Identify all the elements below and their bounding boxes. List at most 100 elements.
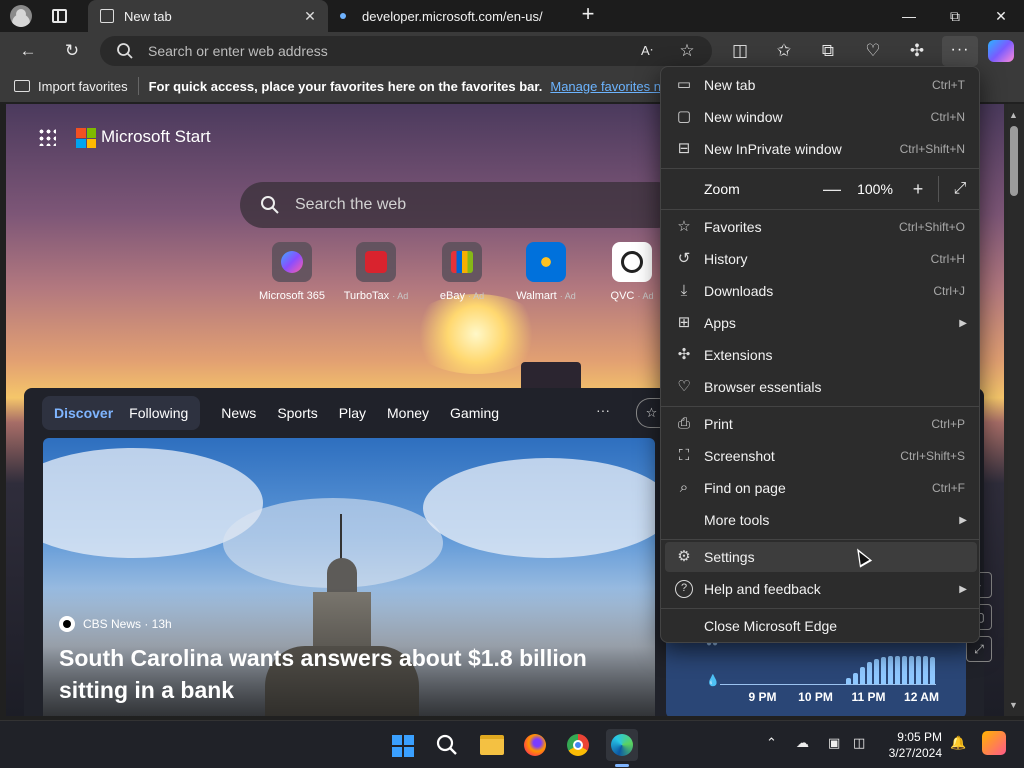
brand-title[interactable]: Microsoft Start [101, 127, 211, 147]
loading-dot-icon [340, 13, 346, 19]
read-aloud-icon[interactable]: Aᐧ [634, 38, 660, 64]
time-label: 10 PM [798, 690, 833, 704]
precip-bar [923, 656, 928, 684]
menu-item-downloads[interactable]: ⤓ Downloads Ctrl+J [665, 276, 977, 306]
scroll-down-icon[interactable]: ▼ [1009, 700, 1018, 710]
menu-item-extensions[interactable]: ✣ Extensions [665, 340, 977, 370]
folder-icon [480, 735, 504, 755]
web-search-box[interactable] [240, 182, 680, 228]
onedrive-icon[interactable]: ☁ [796, 735, 809, 751]
menu-item-settings[interactable]: ⚙ Settings [665, 542, 977, 572]
collections-icon[interactable]: ⧉ [815, 38, 841, 64]
feed-more-button[interactable]: ··· [596, 402, 610, 418]
menu-item-history[interactable]: ↺ History Ctrl+H [665, 244, 977, 274]
feed-tab-news[interactable]: News [221, 405, 256, 421]
copilot-pre-icon[interactable] [982, 731, 1006, 755]
favorites-hint: For quick access, place your favorites h… [148, 78, 543, 94]
favorite-star-icon[interactable]: ☆ [674, 38, 700, 64]
import-favorites-button[interactable]: Import favorites [14, 79, 128, 94]
feed-nav: Discover Following News Sports Play Mone… [42, 396, 499, 430]
precip-bar [888, 656, 893, 684]
menu-item-new-inprivate[interactable]: ⊟ New InPrivate window Ctrl+Shift+N [665, 134, 977, 164]
tab-following[interactable]: Following [121, 405, 196, 421]
zoom-row: Zoom — 100% + ⤢ [665, 174, 977, 204]
copilot-icon[interactable] [988, 40, 1014, 62]
firefox-button[interactable] [519, 729, 551, 761]
show-hidden-icons-icon[interactable]: ⌃ [766, 735, 777, 751]
windows-logo-icon [392, 735, 414, 757]
restore-button[interactable]: ⧉ [932, 0, 978, 32]
quick-link-walmart[interactable]: Walmart · Ad [506, 242, 586, 302]
divider [137, 77, 139, 95]
settings-and-more-menu: ▭ New tab Ctrl+T ▢ New window Ctrl+N ⊟ N… [660, 66, 980, 643]
profile-avatar[interactable] [10, 5, 32, 27]
taskbar-search-button[interactable] [431, 729, 463, 761]
news-headline[interactable]: South Carolina wants answers about $1.8 … [59, 642, 619, 706]
tab-new-tab[interactable]: New tab ✕ [88, 0, 328, 32]
time-axis: 9 PM 10 PM 11 PM 12 AM [736, 690, 948, 704]
menu-item-more-tools[interactable]: More tools ▶ [665, 505, 977, 535]
tab-developer-microsoft[interactable]: developer.microsoft.com/en-us/ [330, 0, 570, 32]
menu-item-apps[interactable]: ⊞ Apps ▶ [665, 308, 977, 338]
ebay-icon [442, 242, 482, 282]
quick-link-turbotax[interactable]: TurboTax · Ad [336, 242, 416, 302]
menu-item-help-feedback[interactable]: ? Help and feedback ▶ [665, 574, 977, 604]
manage-favorites-link[interactable]: Manage favorites now [550, 79, 677, 94]
display-icon[interactable]: ▣ [828, 735, 840, 751]
fullscreen-icon[interactable]: ⤢ [947, 180, 973, 198]
feed-tab-money[interactable]: Money [387, 405, 429, 421]
download-icon: ⤓ [680, 282, 688, 299]
menu-item-close-edge[interactable]: Close Microsoft Edge [665, 611, 977, 641]
hero-news-card[interactable]: CBS News · 13h South Carolina wants answ… [43, 438, 655, 716]
menu-item-new-window[interactable]: ▢ New window Ctrl+N [665, 102, 977, 132]
start-button[interactable] [386, 729, 418, 761]
minimize-button[interactable]: — [886, 0, 932, 32]
split-screen-icon[interactable]: ◫ [727, 38, 753, 64]
firefox-icon [524, 734, 546, 756]
notification-bell-icon[interactable]: 🔔 [950, 735, 966, 751]
feed-tab-play[interactable]: Play [339, 405, 366, 421]
web-search-input[interactable] [295, 182, 655, 228]
menu-item-favorites[interactable]: ☆ Favorites Ctrl+Shift+O [665, 212, 977, 242]
favorites-icon[interactable]: ✩ [771, 38, 797, 64]
quick-link-ebay[interactable]: eBay · Ad [422, 242, 502, 302]
network-icon[interactable]: ◫ [853, 735, 865, 751]
feed-tab-gaming[interactable]: Gaming [450, 405, 499, 421]
chrome-button[interactable] [562, 729, 594, 761]
edge-button[interactable] [606, 729, 638, 761]
weather-precip-card[interactable]: ●● 💧 9 PM 10 PM 11 PM 12 AM [666, 634, 966, 716]
import-icon [14, 80, 30, 92]
gear-icon: ⚙ [677, 548, 691, 565]
quick-link-microsoft-365[interactable]: Microsoft 365 [252, 242, 332, 302]
feed-tab-sports[interactable]: Sports [277, 405, 317, 421]
menu-divider [661, 608, 979, 609]
menu-item-browser-essentials[interactable]: ♡ Browser essentials [665, 372, 977, 402]
zoom-in-button[interactable]: + [904, 179, 932, 200]
file-explorer-button[interactable] [476, 729, 508, 761]
refresh-button[interactable]: ↻ [59, 38, 85, 64]
tab-actions-icon[interactable] [52, 9, 67, 23]
close-tab-icon[interactable]: ✕ [300, 8, 320, 25]
app-launcher-icon[interactable] [38, 128, 56, 146]
zoom-out-button[interactable]: — [818, 179, 846, 200]
menu-item-screenshot[interactable]: ⛶ Screenshot Ctrl+Shift+S [665, 441, 977, 471]
menu-divider [661, 209, 979, 210]
settings-and-more-button[interactable]: ··· [942, 36, 978, 66]
vertical-scrollbar[interactable]: ▲ ▼ [1004, 104, 1024, 716]
scroll-thumb[interactable] [1010, 126, 1018, 196]
back-button[interactable]: ← [15, 38, 41, 64]
submenu-arrow-icon: ▶ [959, 583, 967, 595]
tab-discover[interactable]: Discover [46, 405, 121, 421]
scroll-up-icon[interactable]: ▲ [1009, 110, 1018, 120]
new-tab-button[interactable]: + [577, 3, 599, 25]
close-window-button[interactable]: ✕ [978, 0, 1024, 32]
browser-essentials-icon[interactable]: ♡ [860, 38, 886, 64]
address-input[interactable] [148, 36, 628, 66]
clock[interactable]: 9:05 PM 3/27/2024 [880, 729, 942, 761]
extensions-icon[interactable]: ✣ [904, 38, 930, 64]
zoom-label: Zoom [704, 181, 740, 197]
address-bar[interactable]: Aᐧ ☆ [100, 36, 712, 66]
menu-item-find-on-page[interactable]: ⌕ Find on page Ctrl+F [665, 473, 977, 503]
menu-item-new-tab[interactable]: ▭ New tab Ctrl+T [665, 70, 977, 100]
menu-item-print[interactable]: ⎙ Print Ctrl+P [665, 409, 977, 439]
